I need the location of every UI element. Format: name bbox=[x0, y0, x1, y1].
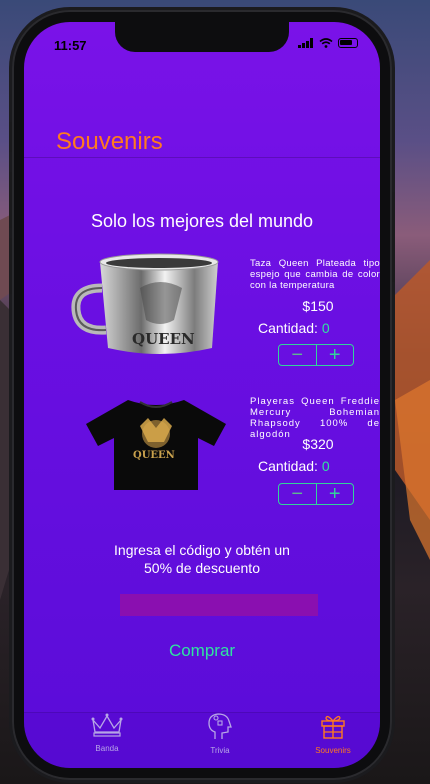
mug-product-image: QUEEN bbox=[71, 253, 219, 354]
tab-banda[interactable]: Banda bbox=[57, 712, 157, 753]
head-puzzle-icon bbox=[208, 713, 232, 739]
increment-button[interactable]: + bbox=[317, 345, 354, 365]
quantity-label: Cantidad: bbox=[258, 320, 318, 336]
svg-text:QUEEN: QUEEN bbox=[132, 330, 195, 348]
tab-label: Souvenirs bbox=[315, 746, 351, 755]
quantity-value: 0 bbox=[321, 320, 330, 336]
tshirt-quantity: Cantidad: 0 bbox=[258, 458, 330, 474]
tab-souvenirs[interactable]: Souvenirs bbox=[283, 712, 380, 755]
nav-divider bbox=[24, 157, 380, 158]
increment-button[interactable]: + bbox=[317, 484, 354, 504]
mug-quantity: Cantidad: 0 bbox=[258, 320, 330, 336]
battery-icon bbox=[338, 38, 358, 48]
mug-price: $150 bbox=[302, 298, 334, 314]
page-title: Souvenirs bbox=[56, 128, 163, 155]
mug-quantity-stepper[interactable]: − + bbox=[278, 344, 354, 366]
discount-line-2: 50% de descuento bbox=[144, 560, 260, 576]
tshirt-description: Playeras Queen Freddie Mercury Bohemian … bbox=[250, 396, 380, 440]
tab-label: Banda bbox=[95, 744, 119, 753]
status-time: 11:57 bbox=[54, 38, 87, 53]
quantity-value: 0 bbox=[321, 458, 330, 474]
tab-trivia[interactable]: Trivia bbox=[170, 712, 270, 755]
wifi-icon bbox=[319, 38, 333, 48]
quantity-label: Cantidad: bbox=[258, 458, 318, 474]
discount-line-1: Ingresa el código y obtén un bbox=[114, 542, 290, 558]
app-screen: 11:57 Souvenirs Solo los mejores del mun… bbox=[24, 22, 380, 768]
svg-text:QUEEN: QUEEN bbox=[133, 450, 175, 461]
tshirt-product-image: QUEEN bbox=[86, 400, 226, 490]
discount-code-input[interactable] bbox=[120, 594, 318, 616]
power-button bbox=[392, 192, 395, 282]
decrement-button[interactable]: − bbox=[279, 484, 317, 504]
tshirt-quantity-stepper[interactable]: − + bbox=[278, 483, 354, 505]
phone-frame: 11:57 Souvenirs Solo los mejores del mun… bbox=[9, 10, 395, 780]
discount-prompt: Ingresa el código y obtén un 50% de desc… bbox=[24, 541, 380, 577]
status-icons bbox=[298, 38, 358, 48]
volume-up-button bbox=[9, 172, 12, 228]
mute-switch bbox=[9, 122, 12, 152]
crown-icon bbox=[91, 713, 123, 737]
gift-icon bbox=[321, 715, 345, 739]
notch bbox=[115, 22, 289, 52]
mug-description: Taza Queen Plateada tipo espejo que camb… bbox=[250, 258, 380, 291]
volume-down-button bbox=[9, 238, 12, 294]
tab-label: Trivia bbox=[210, 746, 230, 755]
tshirt-price: $320 bbox=[302, 436, 334, 452]
section-title: Solo los mejores del mundo bbox=[90, 211, 314, 231]
decrement-button[interactable]: − bbox=[279, 345, 317, 365]
signal-icon bbox=[298, 38, 313, 48]
buy-button[interactable]: Comprar bbox=[24, 641, 380, 661]
